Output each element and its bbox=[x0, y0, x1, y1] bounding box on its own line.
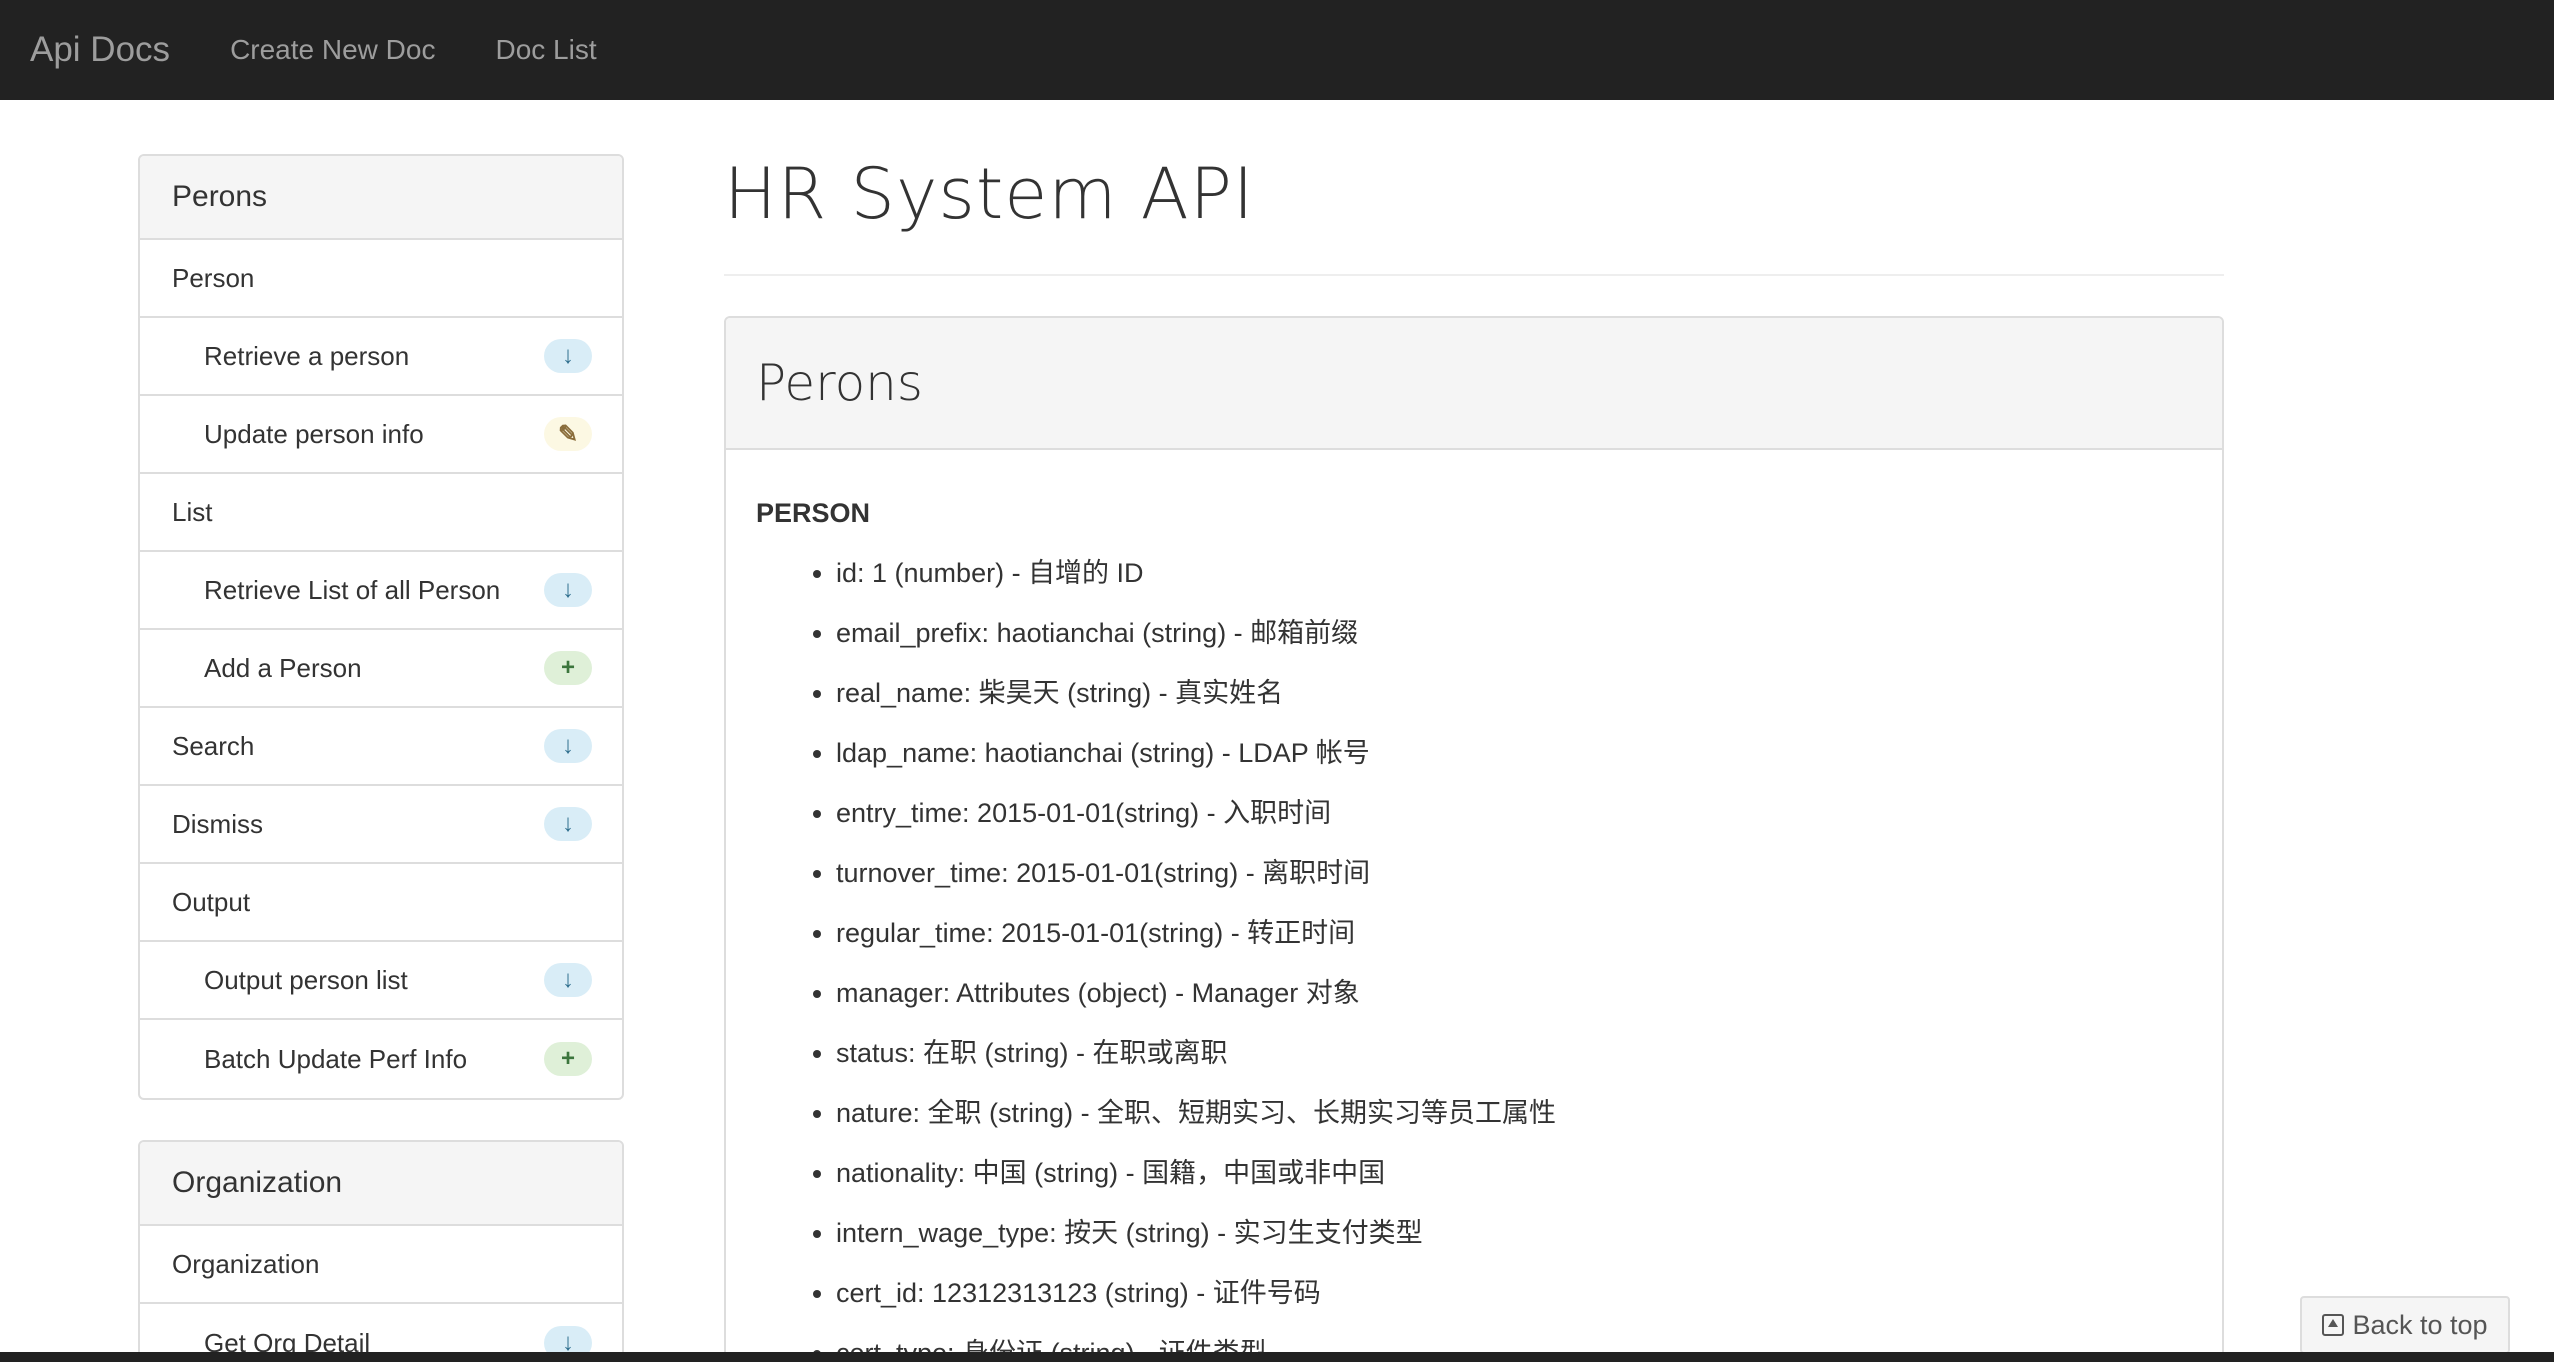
attribute-item: ldap_name: haotianchai (string) - LDAP 帐… bbox=[836, 723, 2192, 783]
sidebar-item[interactable]: Organization bbox=[140, 1226, 622, 1304]
attribute-item: intern_wage_type: 按天 (string) - 实习生支付类型 bbox=[836, 1203, 2192, 1263]
page-title: HR System API bbox=[724, 153, 1255, 235]
arrow-down-icon: ↓ bbox=[544, 963, 592, 997]
sidebar-item[interactable]: Retrieve a person ↓ bbox=[140, 318, 622, 396]
pencil-icon: ✎ bbox=[544, 417, 592, 451]
back-to-top-label: Back to top bbox=[2352, 1309, 2488, 1340]
sidebar-item-label: Batch Update Perf Info bbox=[204, 1043, 468, 1074]
sidebar-item-label: List bbox=[172, 496, 213, 527]
sidebar-panel-heading[interactable]: Organization bbox=[140, 1142, 622, 1226]
sidebar-item-label: Dismiss bbox=[172, 808, 263, 839]
top-navbar: Api Docs Create New Doc Doc List bbox=[0, 0, 2554, 100]
sidebar-item[interactable]: Batch Update Perf Info + bbox=[140, 1020, 622, 1098]
main-content: HR System API Perons PERSON id: 1 (numbe… bbox=[724, 154, 2224, 1362]
attribute-item: id: 1 (number) - 自增的 ID bbox=[836, 543, 2192, 603]
bottom-edge-bar bbox=[0, 1352, 2554, 1362]
attribute-item: nature: 全职 (string) - 全职、短期实习、长期实习等员工属性 bbox=[836, 1083, 2192, 1143]
arrow-up-box-icon bbox=[2322, 1314, 2345, 1336]
sidebar-panel: Organization Organization Get Org Detail ↓ bbox=[138, 1140, 624, 1360]
sidebar-item-label: Retrieve a person bbox=[204, 340, 410, 371]
attribute-item: turnover_time: 2015-01-01(string) - 离职时间 bbox=[836, 843, 2192, 903]
attribute-item: status: 在职 (string) - 在职或离职 bbox=[836, 1023, 2192, 1083]
sidebar-item-label: Organization bbox=[172, 1248, 320, 1279]
resource-panel-body: PERSON id: 1 (number) - 自增的 IDemail_pref… bbox=[726, 450, 2222, 1362]
sidebar-item[interactable]: List bbox=[140, 474, 622, 552]
sidebar-item[interactable]: Dismiss ↓ bbox=[140, 786, 622, 864]
attribute-item: cert_id: 12312313123 (string) - 证件号码 bbox=[836, 1263, 2192, 1323]
sidebar-item-label: Add a Person bbox=[204, 652, 362, 683]
sidebar-item[interactable]: Output bbox=[140, 864, 622, 942]
sidebar-item-label: Update person info bbox=[204, 418, 424, 449]
sidebar-item-label: Search bbox=[172, 730, 255, 761]
sidebar-item-label: Output bbox=[172, 886, 251, 917]
sidebar-panel-heading[interactable]: Perons bbox=[140, 156, 622, 240]
nav-create-new-doc[interactable]: Create New Doc bbox=[230, 34, 435, 66]
sidebar-item[interactable]: Person bbox=[140, 240, 622, 318]
sidebar-item[interactable]: Add a Person + bbox=[140, 630, 622, 708]
section-title: PERSON bbox=[756, 498, 871, 528]
plus-icon: + bbox=[544, 651, 592, 685]
sidebar-item-label: Person bbox=[172, 262, 255, 293]
plus-icon: + bbox=[544, 1042, 592, 1076]
sidebar: Perons Person Retrieve a person ↓ Update per… bbox=[138, 154, 624, 1362]
arrow-down-icon: ↓ bbox=[544, 339, 592, 373]
title-divider bbox=[724, 274, 2224, 276]
attribute-item: real_name: 柴昊天 (string) - 真实姓名 bbox=[836, 663, 2192, 723]
arrow-down-icon: ↓ bbox=[544, 573, 592, 607]
attribute-item: nationality: 中国 (string) - 国籍，中国或非中国 bbox=[836, 1143, 2192, 1203]
attribute-item: entry_time: 2015-01-01(string) - 入职时间 bbox=[836, 783, 2192, 843]
sidebar-item[interactable]: Retrieve List of all Person ↓ bbox=[140, 552, 622, 630]
back-to-top-button[interactable]: Back to top bbox=[2300, 1296, 2510, 1354]
attribute-item: email_prefix: haotianchai (string) - 邮箱前… bbox=[836, 603, 2192, 663]
brand-link[interactable]: Api Docs bbox=[30, 30, 170, 70]
arrow-down-icon: ↓ bbox=[544, 729, 592, 763]
nav-doc-list[interactable]: Doc List bbox=[495, 34, 596, 66]
attribute-item: regular_time: 2015-01-01(string) - 转正时间 bbox=[836, 903, 2192, 963]
sidebar-item-label: Output person list bbox=[204, 964, 408, 995]
sidebar-item[interactable]: Output person list ↓ bbox=[140, 942, 622, 1020]
attribute-item: manager: Attributes (object) - Manager 对… bbox=[836, 963, 2192, 1023]
attribute-list: id: 1 (number) - 自增的 IDemail_prefix: hao… bbox=[756, 543, 2192, 1362]
sidebar-item[interactable]: Update person info ✎ bbox=[140, 396, 622, 474]
resource-panel: Perons PERSON id: 1 (number) - 自增的 IDema… bbox=[724, 316, 2224, 1362]
sidebar-item-label: Retrieve List of all Person bbox=[204, 574, 501, 605]
sidebar-item[interactable]: Search ↓ bbox=[140, 708, 622, 786]
sidebar-panel: Perons Person Retrieve a person ↓ Update per… bbox=[138, 154, 624, 1100]
arrow-down-icon: ↓ bbox=[544, 807, 592, 841]
resource-panel-heading: Perons bbox=[726, 318, 2222, 450]
